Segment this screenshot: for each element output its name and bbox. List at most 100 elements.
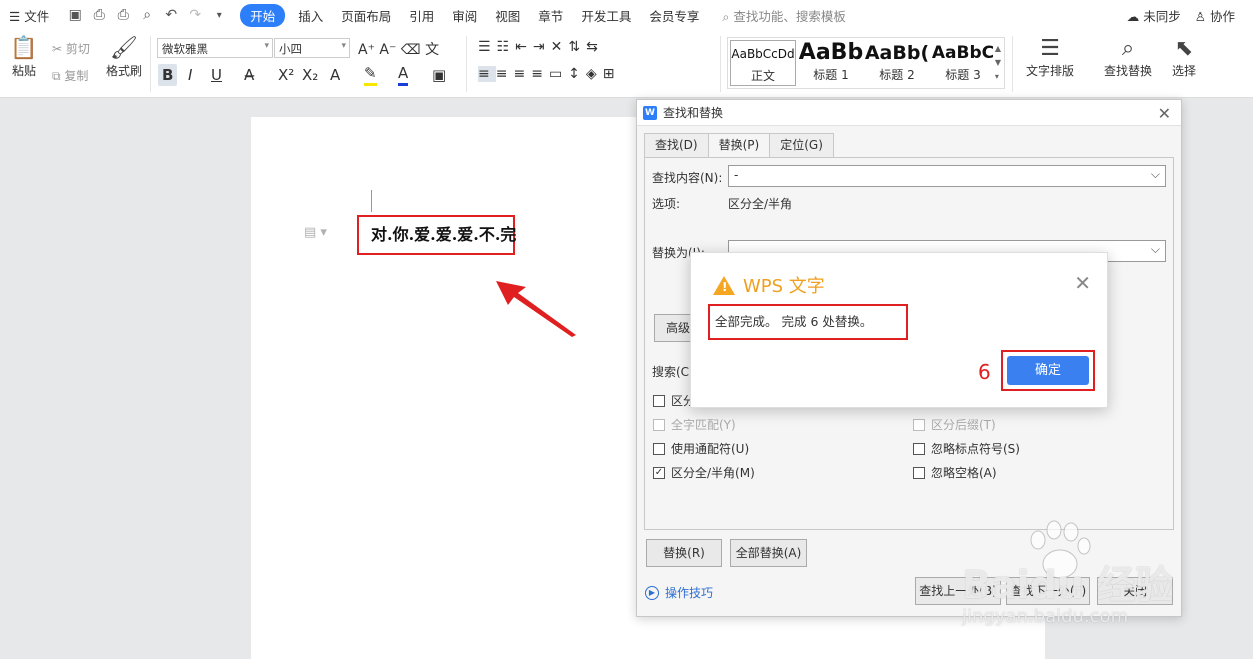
dialog-tabs: 查找(D) 替换(P) 定位(G) (644, 133, 834, 158)
subscript-button[interactable]: X₂ (302, 64, 318, 86)
shading-icon[interactable]: ◈ (586, 66, 603, 82)
sort-icon[interactable]: ⇅ (568, 39, 586, 55)
style-name: 正文 (750, 69, 775, 83)
distribute-icon[interactable]: ▭ (549, 66, 568, 82)
tab-developer[interactable]: 开发工具 (581, 6, 631, 25)
tab-page-layout[interactable]: 页面布局 (341, 6, 391, 25)
checkbox-ignore-punct[interactable]: 忽略标点符号(S) (913, 440, 1020, 457)
wps-logo-icon: W (643, 105, 657, 120)
tab-references[interactable]: 引用 (409, 6, 434, 25)
close-icon[interactable]: ✕ (1074, 271, 1091, 295)
line-spacing-icon[interactable]: ↕ (568, 66, 586, 82)
shrink-font-icon[interactable]: A⁻ (379, 42, 396, 58)
tab-insert[interactable]: 插入 (298, 6, 323, 25)
align-center-icon[interactable]: ≡ (496, 66, 514, 82)
chevron-down-icon[interactable]: ⌵ (1151, 167, 1160, 182)
annotation-arrow (496, 281, 576, 337)
document-text[interactable]: 对.你.爱.爱.爱.不.完 (357, 215, 516, 255)
chinese-layout-icon[interactable]: ✕ (551, 39, 569, 55)
tab-chapter[interactable]: 章节 (538, 6, 563, 25)
preview-icon[interactable]: ⌕ (138, 7, 156, 23)
ok-button[interactable]: 确定 (1007, 356, 1089, 385)
list-tools: ☰☷⇤⇥✕⇅⇆ (478, 39, 604, 55)
paste-button[interactable]: 📋 粘贴 (6, 36, 42, 79)
text-cursor (371, 190, 372, 212)
tab-home[interactable]: 开始 (240, 3, 286, 27)
play-icon: ▶ (645, 585, 659, 600)
bullet-list-icon[interactable]: ☰ (478, 39, 497, 55)
justify-icon[interactable]: ≡ (531, 66, 549, 82)
borders-icon[interactable]: ⊞ (603, 66, 621, 82)
font-name-select[interactable]: 微软雅黑 (157, 38, 273, 58)
close-icon[interactable]: ✕ (1158, 104, 1171, 123)
checkbox-suffix[interactable]: 区分后缀(T) (913, 416, 996, 433)
tab-view[interactable]: 视图 (495, 6, 520, 25)
superscript-button[interactable]: X² (278, 64, 294, 86)
checkbox-wildcards[interactable]: 使用通配符(U) (653, 440, 749, 457)
find-input[interactable]: - ⌵ (728, 165, 1166, 187)
chevron-down-icon[interactable]: ⌵ (1151, 242, 1160, 257)
find-replace-button[interactable]: ⌕ 查找替换 (1096, 36, 1160, 79)
italic-button[interactable]: I (188, 64, 192, 86)
tips-link[interactable]: ▶ 操作技巧 (645, 584, 713, 601)
outdent-icon[interactable]: ⇤ (515, 39, 533, 55)
show-marks-icon[interactable]: ⇆ (586, 39, 604, 55)
checkbox-case[interactable]: 区分 (653, 392, 695, 409)
font-size-select[interactable]: 小四 (274, 38, 350, 58)
export-icon[interactable]: ⎙ (90, 7, 108, 23)
strikethrough-button[interactable]: A̶ (244, 64, 254, 86)
numbered-list-icon[interactable]: ☷ (497, 39, 516, 55)
style-scroll-icon[interactable]: ▲ ▼ ▾ (995, 42, 1001, 84)
checkbox-whole-word[interactable]: 全字匹配(Y) (653, 416, 736, 433)
style-heading-3[interactable]: AaBbC 标题 3 (930, 40, 996, 86)
brush-icon: 🖌 (110, 36, 138, 61)
bold-button[interactable]: B (158, 64, 178, 86)
font-color-button[interactable]: A (398, 64, 409, 86)
copy-icon: ⧉ (52, 69, 61, 83)
text-effect-button[interactable]: A (330, 64, 340, 86)
phonetic-icon[interactable]: 文 (425, 42, 439, 58)
divider (1012, 36, 1013, 92)
style-normal[interactable]: AaBbCcDd 正文 (730, 40, 796, 86)
align-left-icon[interactable]: ≡ (478, 66, 496, 82)
checkbox-full-half-width[interactable]: ✓ 区分全/半角(M) (653, 464, 755, 481)
align-right-icon[interactable]: ≡ (513, 66, 531, 82)
user-icon: ♙ (1194, 9, 1206, 24)
tab-member[interactable]: 会员专享 (649, 6, 699, 25)
tab-replace[interactable]: 替换(P) (707, 133, 771, 158)
text-layout-button[interactable]: ☰ 文字排版 (1018, 36, 1082, 79)
format-painter-button[interactable]: 🖌 格式刷 (104, 36, 144, 79)
redo-icon[interactable]: ↷ (186, 7, 204, 23)
copy-button[interactable]: ⧉ 复制 (52, 67, 88, 84)
customize-icon[interactable]: ▾ (210, 10, 228, 21)
undo-icon[interactable]: ↶ (162, 7, 180, 23)
divider (150, 36, 151, 92)
collab-button[interactable]: ♙ 协作 (1195, 6, 1235, 25)
tab-goto[interactable]: 定位(G) (769, 133, 834, 157)
watermark-url: jingyan.baidu.com (962, 606, 1129, 627)
paragraph-handle-icon[interactable]: ▤ ▾ (304, 225, 327, 240)
format-painter-label: 格式刷 (105, 64, 142, 78)
style-heading-1[interactable]: AaBb 标题 1 (798, 40, 864, 86)
replace-button[interactable]: 替换(R) (646, 539, 722, 567)
replace-all-button[interactable]: 全部替换(A) (730, 539, 807, 567)
tab-review[interactable]: 审阅 (452, 6, 477, 25)
style-heading-2[interactable]: AaBb( 标题 2 (864, 40, 930, 86)
tab-find[interactable]: 查找(D) (644, 133, 709, 157)
underline-button[interactable]: U (211, 64, 222, 86)
text-layout-label: 文字排版 (1025, 64, 1074, 78)
checkbox-ignore-space[interactable]: 忽略空格(A) (913, 464, 997, 481)
sync-status[interactable]: ☁ 未同步 (1127, 6, 1181, 25)
print-icon[interactable]: ⎙ (114, 7, 132, 23)
indent-icon[interactable]: ⇥ (533, 39, 551, 55)
save-icon[interactable]: ▣ (66, 7, 84, 23)
cut-button[interactable]: ✂ 剪切 (52, 40, 90, 57)
highlight-button[interactable]: ✎ (364, 64, 377, 86)
feature-search[interactable]: ⌕ 查找功能、搜索模板 (722, 6, 846, 25)
clear-format-icon[interactable]: ⌫ (401, 42, 421, 58)
grow-font-icon[interactable]: A⁺ (358, 42, 375, 58)
style-preview: AaBb( (864, 42, 930, 64)
select-button[interactable]: ⬉ 选择 (1164, 36, 1204, 79)
file-menu[interactable]: ☰ 文件 (9, 6, 49, 25)
char-border-button[interactable]: ▣ (432, 64, 446, 86)
